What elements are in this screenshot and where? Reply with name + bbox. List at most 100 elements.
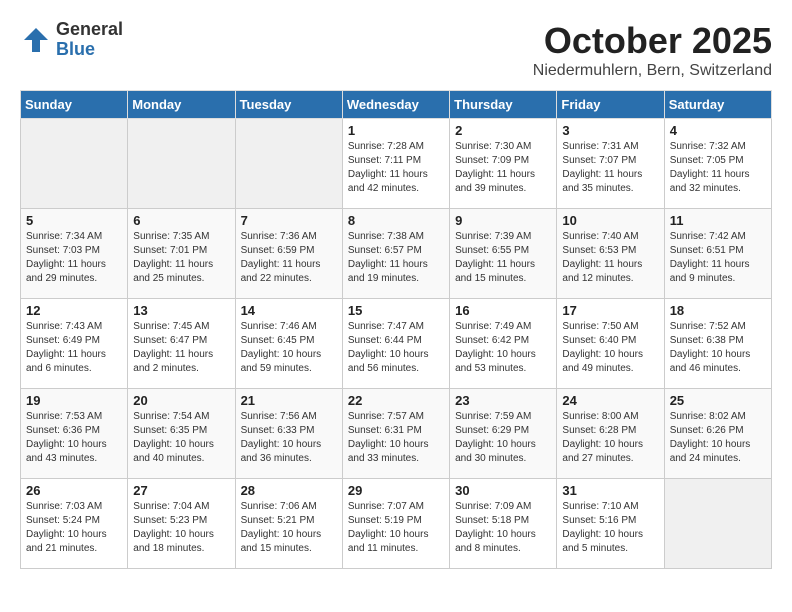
day-number: 15 xyxy=(348,303,444,318)
calendar-cell: 2 Sunrise: 7:30 AM Sunset: 7:09 PM Daylig… xyxy=(450,119,557,209)
day-number: 1 xyxy=(348,123,444,138)
location-subtitle: Niedermuhlern, Bern, Switzerland xyxy=(533,62,772,80)
calendar-cell: 23 Sunrise: 7:59 AM Sunset: 6:29 PM Dayli… xyxy=(450,389,557,479)
calendar-cell: 16 Sunrise: 7:49 AM Sunset: 6:42 PM Dayli… xyxy=(450,299,557,389)
day-info: Sunrise: 7:43 AM Sunset: 6:49 PM Dayligh… xyxy=(26,320,122,376)
day-info: Sunrise: 7:46 AM Sunset: 6:45 PM Dayligh… xyxy=(241,320,337,376)
day-header-thursday: Thursday xyxy=(450,91,557,119)
calendar-header-row: SundayMondayTuesdayWednesdayThursdayFrid… xyxy=(21,91,772,119)
calendar-cell: 21Sunrise: 7:56 AM Sunset: 6:33 PM Dayli… xyxy=(235,389,342,479)
day-number: 2 xyxy=(455,123,551,138)
day-info: Sunrise: 7:30 AM Sunset: 7:09 PM Dayligh… xyxy=(455,140,551,196)
calendar-cell: 26Sunrise: 7:03 AM Sunset: 5:24 PM Dayli… xyxy=(21,479,128,569)
calendar-cell: 13 Sunrise: 7:45 AM Sunset: 6:47 PM Dayli… xyxy=(128,299,235,389)
calendar-cell: 15 Sunrise: 7:47 AM Sunset: 6:44 PM Dayli… xyxy=(342,299,449,389)
day-number: 21 xyxy=(241,393,337,408)
day-info: Sunrise: 7:06 AM Sunset: 5:21 PM Dayligh… xyxy=(241,500,337,556)
day-header-monday: Monday xyxy=(128,91,235,119)
day-info: Sunrise: 8:02 AM Sunset: 6:26 PM Dayligh… xyxy=(670,410,766,466)
day-info: Sunrise: 7:03 AM Sunset: 5:24 PM Dayligh… xyxy=(26,500,122,556)
day-number: 30 xyxy=(455,483,551,498)
calendar-cell: 30 Sunrise: 7:09 AM Sunset: 5:18 PM Dayli… xyxy=(450,479,557,569)
day-number: 18 xyxy=(670,303,766,318)
day-info: Sunrise: 7:32 AM Sunset: 7:05 PM Dayligh… xyxy=(670,140,766,196)
day-number: 14 xyxy=(241,303,337,318)
day-number: 24 xyxy=(562,393,658,408)
day-info: Sunrise: 7:04 AM Sunset: 5:23 PM Dayligh… xyxy=(133,500,229,556)
day-number: 10 xyxy=(562,213,658,228)
calendar-cell xyxy=(128,119,235,209)
day-number: 23 xyxy=(455,393,551,408)
calendar-cell: 8Sunrise: 7:38 AM Sunset: 6:57 PM Daylig… xyxy=(342,209,449,299)
day-number: 3 xyxy=(562,123,658,138)
day-info: Sunrise: 7:53 AM Sunset: 6:36 PM Dayligh… xyxy=(26,410,122,466)
day-header-tuesday: Tuesday xyxy=(235,91,342,119)
day-info: Sunrise: 7:10 AM Sunset: 5:16 PM Dayligh… xyxy=(562,500,658,556)
day-number: 16 xyxy=(455,303,551,318)
calendar-week-row: 19 Sunrise: 7:53 AM Sunset: 6:36 PM Dayli… xyxy=(21,389,772,479)
logo-text: General Blue xyxy=(56,20,123,60)
day-info: Sunrise: 7:07 AM Sunset: 5:19 PM Dayligh… xyxy=(348,500,444,556)
day-number: 11 xyxy=(670,213,766,228)
day-number: 27 xyxy=(133,483,229,498)
calendar-cell: 19 Sunrise: 7:53 AM Sunset: 6:36 PM Dayli… xyxy=(21,389,128,479)
day-info: Sunrise: 7:54 AM Sunset: 6:35 PM Dayligh… xyxy=(133,410,229,466)
calendar-cell: 17Sunrise: 7:50 AM Sunset: 6:40 PM Dayli… xyxy=(557,299,664,389)
day-info: Sunrise: 7:36 AM Sunset: 6:59 PM Dayligh… xyxy=(241,230,337,286)
calendar-table: SundayMondayTuesdayWednesdayThursdayFrid… xyxy=(20,90,772,569)
day-info: Sunrise: 7:47 AM Sunset: 6:44 PM Dayligh… xyxy=(348,320,444,376)
calendar-cell: 1 Sunrise: 7:28 AM Sunset: 7:11 PM Daylig… xyxy=(342,119,449,209)
logo-icon xyxy=(20,24,52,56)
calendar-cell: 3Sunrise: 7:31 AM Sunset: 7:07 PM Daylig… xyxy=(557,119,664,209)
calendar-cell: 14 Sunrise: 7:46 AM Sunset: 6:45 PM Dayli… xyxy=(235,299,342,389)
day-info: Sunrise: 7:49 AM Sunset: 6:42 PM Dayligh… xyxy=(455,320,551,376)
day-info: Sunrise: 7:39 AM Sunset: 6:55 PM Dayligh… xyxy=(455,230,551,286)
day-number: 5 xyxy=(26,213,122,228)
day-number: 9 xyxy=(455,213,551,228)
calendar-cell: 20 Sunrise: 7:54 AM Sunset: 6:35 PM Dayli… xyxy=(128,389,235,479)
logo-general: General xyxy=(56,20,123,40)
day-number: 4 xyxy=(670,123,766,138)
day-number: 28 xyxy=(241,483,337,498)
calendar-cell xyxy=(664,479,771,569)
day-header-saturday: Saturday xyxy=(664,91,771,119)
calendar-cell: 25 Sunrise: 8:02 AM Sunset: 6:26 PM Dayli… xyxy=(664,389,771,479)
page-header: General Blue October 2025 Niedermuhlern,… xyxy=(20,20,772,80)
calendar-cell: 10 Sunrise: 7:40 AM Sunset: 6:53 PM Dayli… xyxy=(557,209,664,299)
calendar-body: 1 Sunrise: 7:28 AM Sunset: 7:11 PM Daylig… xyxy=(21,119,772,569)
day-info: Sunrise: 7:34 AM Sunset: 7:03 PM Dayligh… xyxy=(26,230,122,286)
calendar-cell: 24Sunrise: 8:00 AM Sunset: 6:28 PM Dayli… xyxy=(557,389,664,479)
day-info: Sunrise: 7:40 AM Sunset: 6:53 PM Dayligh… xyxy=(562,230,658,286)
day-header-sunday: Sunday xyxy=(21,91,128,119)
calendar-cell: 28 Sunrise: 7:06 AM Sunset: 5:21 PM Dayli… xyxy=(235,479,342,569)
calendar-cell: 27 Sunrise: 7:04 AM Sunset: 5:23 PM Dayli… xyxy=(128,479,235,569)
month-title: October 2025 xyxy=(533,20,772,62)
logo-blue: Blue xyxy=(56,40,123,60)
day-number: 20 xyxy=(133,393,229,408)
calendar-cell: 5 Sunrise: 7:34 AM Sunset: 7:03 PM Daylig… xyxy=(21,209,128,299)
day-info: Sunrise: 7:59 AM Sunset: 6:29 PM Dayligh… xyxy=(455,410,551,466)
day-info: Sunrise: 7:50 AM Sunset: 6:40 PM Dayligh… xyxy=(562,320,658,376)
day-number: 31 xyxy=(562,483,658,498)
calendar-cell: 6Sunrise: 7:35 AM Sunset: 7:01 PM Daylig… xyxy=(128,209,235,299)
day-number: 8 xyxy=(348,213,444,228)
day-number: 29 xyxy=(348,483,444,498)
day-number: 19 xyxy=(26,393,122,408)
calendar-cell: 29 Sunrise: 7:07 AM Sunset: 5:19 PM Dayli… xyxy=(342,479,449,569)
calendar-cell: 9 Sunrise: 7:39 AM Sunset: 6:55 PM Daylig… xyxy=(450,209,557,299)
title-block: October 2025 Niedermuhlern, Bern, Switze… xyxy=(533,20,772,80)
day-header-wednesday: Wednesday xyxy=(342,91,449,119)
day-number: 13 xyxy=(133,303,229,318)
calendar-cell: 31 Sunrise: 7:10 AM Sunset: 5:16 PM Dayli… xyxy=(557,479,664,569)
calendar-cell: 12 Sunrise: 7:43 AM Sunset: 6:49 PM Dayli… xyxy=(21,299,128,389)
calendar-cell: 4 Sunrise: 7:32 AM Sunset: 7:05 PM Daylig… xyxy=(664,119,771,209)
calendar-week-row: 12 Sunrise: 7:43 AM Sunset: 6:49 PM Dayli… xyxy=(21,299,772,389)
day-info: Sunrise: 7:57 AM Sunset: 6:31 PM Dayligh… xyxy=(348,410,444,466)
day-number: 12 xyxy=(26,303,122,318)
day-info: Sunrise: 7:09 AM Sunset: 5:18 PM Dayligh… xyxy=(455,500,551,556)
day-number: 6 xyxy=(133,213,229,228)
day-number: 25 xyxy=(670,393,766,408)
calendar-week-row: 1 Sunrise: 7:28 AM Sunset: 7:11 PM Daylig… xyxy=(21,119,772,209)
day-info: Sunrise: 7:28 AM Sunset: 7:11 PM Dayligh… xyxy=(348,140,444,196)
day-info: Sunrise: 7:45 AM Sunset: 6:47 PM Dayligh… xyxy=(133,320,229,376)
